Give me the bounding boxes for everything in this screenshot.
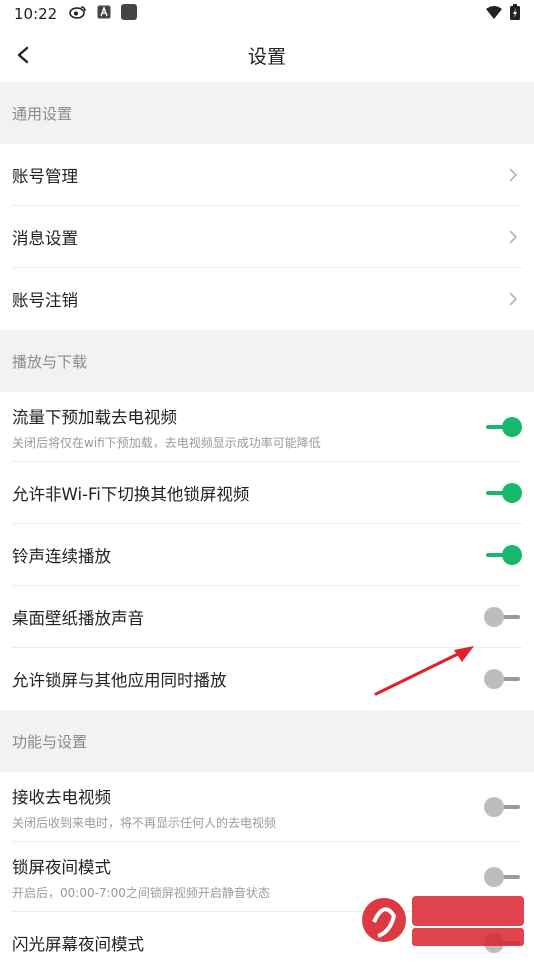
status-time: 10:22 — [14, 5, 58, 23]
lockscreen-concurrent-toggle[interactable] — [484, 668, 522, 690]
status-bar: 10:22 — [0, 0, 534, 28]
non-wifi-switch-toggle[interactable] — [484, 482, 522, 504]
ringtone-continuous-toggle[interactable] — [484, 544, 522, 566]
preload-cellular-row: 流量下预加载去电视频 关闭后将仅在wifi下预加载，去电视频显示成功率可能降低 — [0, 392, 534, 462]
account-cancel-row[interactable]: 账号注销 — [0, 268, 534, 330]
chevron-right-icon — [509, 292, 518, 306]
title-bar: 设置 — [0, 28, 534, 82]
page-title: 设置 — [247, 45, 286, 68]
section-header-general: 通用设置 — [0, 82, 534, 144]
row-label: 账号注销 — [12, 291, 78, 310]
ringtone-continuous-row: 铃声连续播放 — [0, 524, 534, 586]
section-header-playback: 播放与下载 — [0, 330, 534, 392]
row-label: 允许锁屏与其他应用同时播放 — [12, 671, 227, 690]
app-square-icon — [121, 4, 138, 24]
row-label: 流量下预加载去电视频 — [12, 407, 177, 427]
watermark-logo — [360, 892, 530, 948]
row-label: 桌面壁纸播放声音 — [12, 609, 144, 628]
weibo-icon — [69, 5, 87, 23]
non-wifi-switch-row: 允许非Wi-Fi下切换其他锁屏视频 — [0, 462, 534, 524]
row-label: 锁屏夜间模式 — [12, 857, 111, 877]
lockscreen-night-toggle[interactable] — [484, 866, 522, 888]
account-management-row[interactable]: 账号管理 — [0, 144, 534, 206]
battery-icon — [510, 4, 520, 24]
row-label: 铃声连续播放 — [12, 547, 111, 566]
chevron-right-icon — [509, 168, 518, 182]
wallpaper-sound-toggle[interactable] — [484, 606, 522, 628]
row-label: 消息设置 — [12, 229, 78, 248]
message-settings-row[interactable]: 消息设置 — [0, 206, 534, 268]
wallpaper-sound-row: 桌面壁纸播放声音 — [0, 586, 534, 648]
row-description: 关闭后收到来电时，将不再显示任何人的去电视频 — [12, 815, 277, 830]
a-badge-icon — [97, 5, 111, 23]
wifi-icon — [486, 5, 502, 23]
chevron-left-icon — [17, 46, 29, 64]
receive-call-video-toggle[interactable] — [484, 796, 522, 818]
row-description: 关闭后将仅在wifi下预加载，去电视频显示成功率可能降低 — [12, 435, 321, 450]
row-label: 允许非Wi-Fi下切换其他锁屏视频 — [12, 485, 250, 504]
lockscreen-concurrent-row: 允许锁屏与其他应用同时播放 — [0, 648, 534, 710]
receive-call-video-row: 接收去电视频 关闭后收到来电时，将不再显示任何人的去电视频 — [0, 772, 534, 842]
row-label: 账号管理 — [12, 167, 78, 186]
back-button[interactable] — [8, 40, 38, 70]
section-header-features: 功能与设置 — [0, 710, 534, 772]
preload-cellular-toggle[interactable] — [484, 416, 522, 438]
row-label: 接收去电视频 — [12, 787, 111, 807]
chevron-right-icon — [509, 230, 518, 244]
